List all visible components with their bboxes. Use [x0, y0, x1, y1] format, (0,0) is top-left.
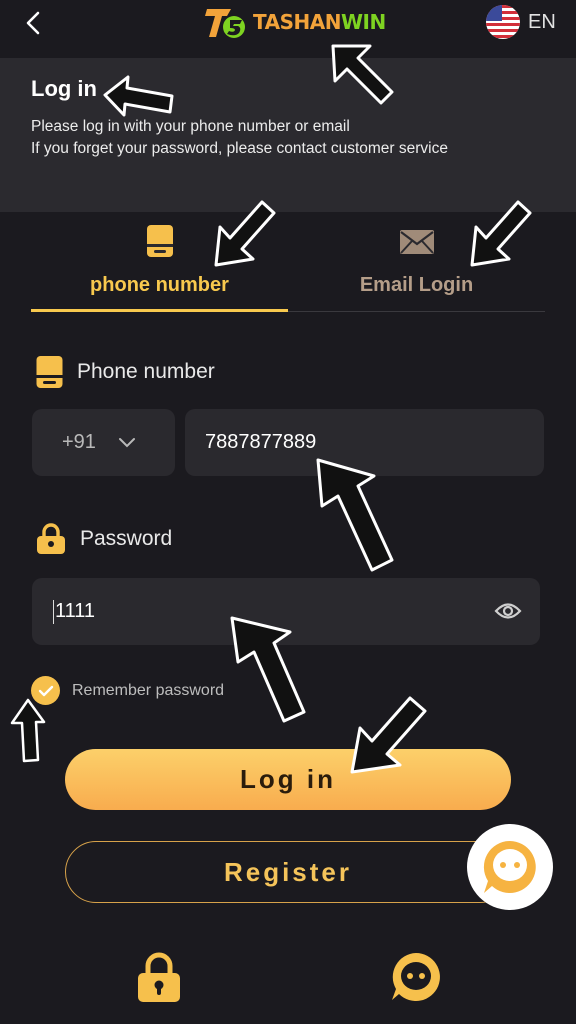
lock-icon	[138, 952, 180, 1002]
phone-number-input[interactable]: 7887877889	[185, 409, 544, 476]
intro-text-line-2: If you forget your password, please cont…	[31, 140, 448, 157]
phone-number-label-row: Phone number	[36, 355, 215, 389]
brand-logo: TASHANWIN	[205, 2, 386, 42]
annotation-arrow	[10, 698, 46, 763]
phone-number-label: Phone number	[77, 360, 215, 383]
phone-icon	[36, 356, 63, 388]
back-button[interactable]	[22, 10, 46, 36]
brand-name: TASHANWIN	[253, 10, 386, 34]
tab-email-login[interactable]: Email Login	[288, 222, 545, 310]
customer-service-icon	[483, 840, 536, 893]
login-method-tabs: phone number Email Login	[31, 222, 545, 312]
tab-phone-number[interactable]: phone number	[31, 222, 288, 312]
phone-number-value: 7887877889	[205, 431, 317, 453]
us-flag-icon	[486, 5, 520, 39]
bottom-nav-lock[interactable]	[136, 952, 182, 1009]
country-code-select[interactable]: +91	[32, 409, 175, 476]
password-input[interactable]: 1111	[32, 578, 540, 645]
phone-icon	[146, 225, 173, 257]
chevron-left-icon	[26, 11, 40, 35]
mail-icon	[399, 230, 434, 254]
language-code: EN	[528, 10, 556, 33]
password-value: 1111	[55, 600, 96, 622]
checkmark-icon	[31, 676, 60, 705]
tab-email-login-label: Email Login	[359, 274, 474, 296]
active-tab-indicator	[31, 309, 288, 312]
brand-name-part2: WIN	[340, 10, 386, 34]
brand-name-part1: TASHAN	[253, 10, 341, 34]
eye-icon[interactable]	[494, 600, 522, 622]
login-button[interactable]: Log in	[65, 749, 511, 810]
chevron-down-icon	[118, 437, 135, 447]
country-code-value: +91	[62, 431, 96, 453]
floating-customer-service-button[interactable]	[467, 824, 553, 910]
remember-password-checkbox[interactable]: Remember password	[31, 676, 224, 705]
login-intro-panel: Log in Please log in with your phone num…	[0, 58, 576, 212]
password-label-row: Password	[36, 523, 172, 555]
top-bar: TASHANWIN EN	[0, 0, 576, 50]
remember-password-label: Remember password	[72, 681, 225, 699]
annotation-arrow	[316, 458, 394, 572]
text-caret	[53, 599, 54, 624]
intro-text-line-1: Please log in with your phone number or …	[31, 118, 350, 135]
password-label: Password	[80, 527, 173, 550]
customer-service-icon	[392, 953, 440, 1001]
logo-mark-icon	[205, 9, 245, 38]
language-selector[interactable]: EN	[486, 5, 556, 39]
bottom-nav-customer-service[interactable]	[389, 950, 443, 1009]
page-title: Log in	[31, 76, 97, 101]
tab-phone-number-label: phone number	[90, 274, 229, 296]
lock-icon	[37, 523, 65, 554]
register-button[interactable]: Register	[65, 841, 511, 903]
